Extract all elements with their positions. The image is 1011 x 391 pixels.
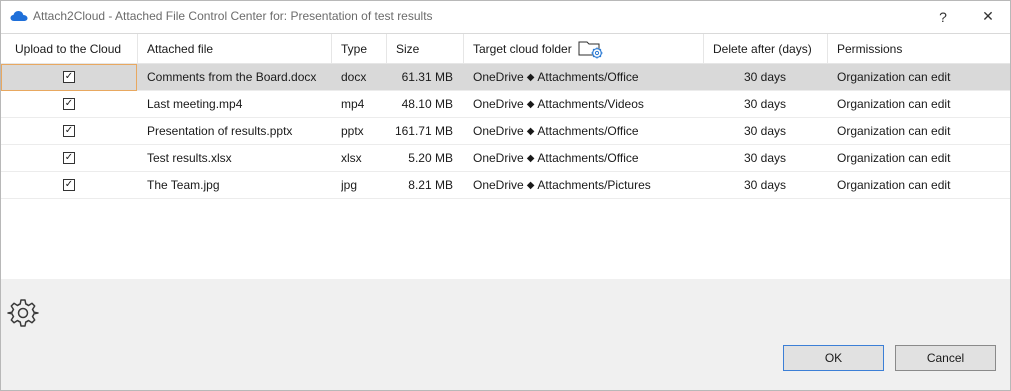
folder-gear-icon[interactable] [578, 38, 606, 60]
delete-after[interactable]: 30 days [704, 118, 826, 144]
diamond-separator-icon: ◆ [526, 152, 535, 164]
file-type: docx [341, 70, 367, 84]
target-folder[interactable]: OneDrive ◆ Attachments/Videos [473, 91, 703, 117]
file-name: Test results.xlsx [147, 151, 232, 165]
delete-after[interactable]: 30 days [704, 145, 826, 171]
permissions[interactable]: Organization can edit [837, 91, 1007, 117]
diamond-separator-icon: ◆ [526, 125, 535, 137]
target-path: Attachments/Office [537, 124, 639, 138]
file-size: 8.21 MB [408, 178, 453, 192]
check-mark-icon: ✓ [64, 98, 74, 109]
delete-after[interactable]: 30 days [704, 91, 826, 117]
check-mark-icon: ✓ [64, 125, 74, 136]
file-name: The Team.jpg [147, 178, 220, 192]
target-folder[interactable]: OneDrive ◆ Attachments/Pictures [473, 172, 703, 198]
upload-cell[interactable]: ✓ [1, 91, 137, 117]
column-header-file[interactable]: Attached file [147, 34, 331, 63]
target-path: Attachments/Office [537, 70, 639, 84]
permissions[interactable]: Organization can edit [837, 145, 1007, 171]
file-type: xlsx [341, 151, 362, 165]
attachments-grid: Upload to the Cloud Attached file Type S… [1, 33, 1010, 279]
ok-button[interactable]: OK [783, 345, 884, 371]
dialog-window: Attach2Cloud - Attached File Control Cen… [0, 0, 1011, 391]
upload-cell[interactable]: ✓ [1, 145, 137, 171]
help-button[interactable]: ? [923, 1, 963, 32]
permissions[interactable]: Organization can edit [837, 172, 1007, 198]
column-header-size[interactable]: Size [396, 34, 462, 63]
cloud-icon [10, 11, 28, 21]
file-name: Comments from the Board.docx [147, 70, 317, 84]
target-folder[interactable]: OneDrive ◆ Attachments/Office [473, 145, 703, 171]
target-service: OneDrive [473, 124, 524, 138]
permissions[interactable]: Organization can edit [837, 64, 1007, 90]
target-path: Attachments/Office [537, 151, 639, 165]
column-header-delete[interactable]: Delete after (days) [713, 34, 827, 63]
file-type: mp4 [341, 97, 365, 111]
check-mark-icon: ✓ [64, 71, 74, 82]
target-service: OneDrive [473, 97, 524, 111]
file-type: pptx [341, 124, 364, 138]
upload-cell[interactable]: ✓ [1, 64, 137, 90]
gear-icon[interactable] [7, 297, 39, 329]
diamond-separator-icon: ◆ [526, 179, 535, 191]
file-size: 48.10 MB [401, 97, 453, 111]
target-service: OneDrive [473, 178, 524, 192]
check-mark-icon: ✓ [64, 179, 74, 190]
dialog-footer: OK Cancel [1, 279, 1010, 390]
upload-cell[interactable]: ✓ [1, 172, 137, 198]
upload-checkbox[interactable]: ✓ [63, 71, 75, 83]
check-mark-icon: ✓ [64, 152, 74, 163]
diamond-separator-icon: ◆ [526, 71, 535, 83]
target-path: Attachments/Videos [537, 97, 644, 111]
upload-checkbox[interactable]: ✓ [63, 98, 75, 110]
file-type: jpg [341, 178, 358, 192]
window-title: Attach2Cloud - Attached File Control Cen… [33, 9, 433, 23]
table-row[interactable]: ✓ Test results.xlsx xlsx 5.20 MB OneDriv… [1, 145, 1010, 172]
diamond-separator-icon: ◆ [526, 98, 535, 110]
file-size: 161.71 MB [394, 124, 453, 138]
target-folder[interactable]: OneDrive ◆ Attachments/Office [473, 118, 703, 144]
file-size: 5.20 MB [408, 151, 453, 165]
permissions[interactable]: Organization can edit [837, 118, 1007, 144]
cancel-button[interactable]: Cancel [895, 345, 996, 371]
upload-checkbox[interactable]: ✓ [63, 179, 75, 191]
file-size: 61.31 MB [401, 70, 453, 84]
table-row[interactable]: ✓ Comments from the Board.docx docx 61.3… [1, 64, 1010, 91]
column-header-permissions[interactable]: Permissions [837, 34, 1007, 63]
table-row[interactable]: ✓ Presentation of results.pptx pptx 161.… [1, 118, 1010, 145]
target-path: Attachments/Pictures [537, 178, 651, 192]
column-header-upload[interactable]: Upload to the Cloud [15, 34, 137, 63]
table-row[interactable]: ✓ The Team.jpg jpg 8.21 MB OneDrive ◆ At… [1, 172, 1010, 199]
file-name: Last meeting.mp4 [147, 97, 243, 111]
title-bar: Attach2Cloud - Attached File Control Cen… [1, 1, 1010, 32]
target-service: OneDrive [473, 70, 524, 84]
target-folder[interactable]: OneDrive ◆ Attachments/Office [473, 64, 703, 90]
file-name: Presentation of results.pptx [147, 124, 293, 138]
upload-cell[interactable]: ✓ [1, 118, 137, 144]
upload-checkbox[interactable]: ✓ [63, 125, 75, 137]
column-header-target-label: Target cloud folder [473, 41, 572, 56]
delete-after[interactable]: 30 days [704, 172, 826, 198]
table-row[interactable]: ✓ Last meeting.mp4 mp4 48.10 MB OneDrive… [1, 91, 1010, 118]
close-button[interactable]: ✕ [968, 1, 1008, 32]
column-header-type[interactable]: Type [341, 34, 385, 63]
upload-checkbox[interactable]: ✓ [63, 152, 75, 164]
delete-after[interactable]: 30 days [704, 64, 826, 90]
grid-header: Upload to the Cloud Attached file Type S… [1, 34, 1010, 64]
target-service: OneDrive [473, 151, 524, 165]
column-header-target[interactable]: Target cloud folder [473, 34, 703, 63]
